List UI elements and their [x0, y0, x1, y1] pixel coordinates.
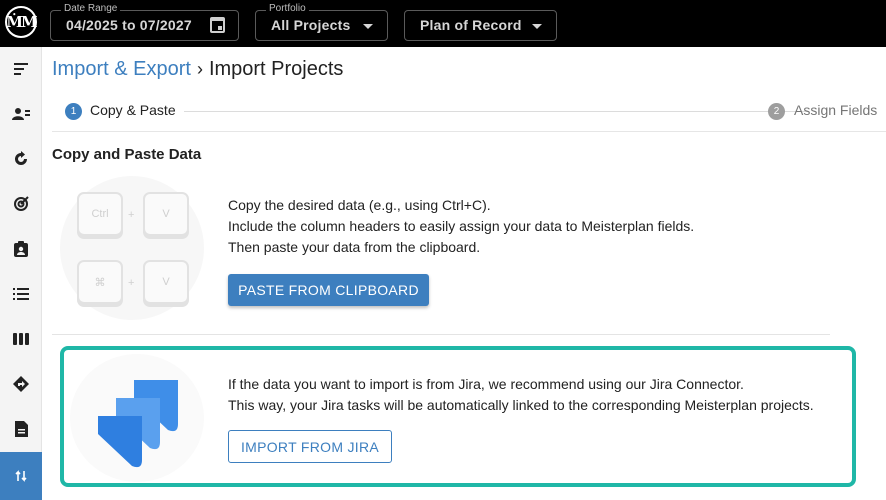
sidebar-item-import-export[interactable]: [0, 452, 42, 500]
sidebar-item-roadmap[interactable]: [0, 362, 42, 406]
jira-line: This way, your Jira tasks will be automa…: [228, 397, 814, 413]
section-title: Copy and Paste Data: [52, 146, 202, 163]
sidebar-item-resources[interactable]: [0, 92, 42, 136]
diamond-arrow-icon: [13, 376, 29, 392]
jira-line: If the data you want to import is from J…: [228, 376, 744, 392]
step-2-number: 2: [768, 103, 785, 120]
date-range-legend: Date Range: [61, 3, 121, 15]
date-range-value: 04/2025 to 07/2027: [66, 17, 192, 33]
sidebar-item-list[interactable]: [0, 272, 42, 316]
portfolio-value: All Projects: [271, 17, 351, 33]
step-connector: [184, 111, 809, 112]
jira-connector-panel: If the data you want to import is from J…: [60, 346, 856, 487]
ctrl-key: Ctrl: [77, 192, 123, 236]
people-icon: [12, 108, 30, 120]
top-bar: ṀM Date Range 04/2025 to 07/2027 Portfol…: [0, 0, 886, 47]
step-2-label: Assign Fields: [794, 102, 878, 118]
calendar-icon[interactable]: [210, 17, 225, 33]
list-icon: [13, 288, 29, 300]
sidebar-item-goals[interactable]: [0, 182, 42, 226]
target-icon: [14, 196, 29, 211]
v-key: V: [143, 260, 189, 304]
copy-instructions: Copy the desired data (e.g., using Ctrl+…: [228, 195, 694, 258]
refresh-icon: [15, 151, 27, 165]
sidebar-item-portfolio[interactable]: [0, 227, 42, 271]
document-icon: [14, 421, 28, 437]
jira-logo-background: [70, 354, 204, 482]
plus-sign: +: [128, 209, 135, 221]
sidebar-item-menu[interactable]: [0, 47, 42, 91]
import-export-icon: [15, 470, 27, 482]
breadcrumb-import-export-link[interactable]: Import & Export: [52, 58, 191, 80]
jira-logo-icon: [98, 380, 178, 468]
sidebar-item-cycle[interactable]: [0, 137, 42, 181]
portfolio-legend: Portfolio: [266, 3, 309, 15]
scenario-value: Plan of Record: [420, 17, 522, 33]
stepper: 1 Copy & Paste 2 Assign Fields: [52, 95, 886, 132]
instruction-line: Copy the desired data (e.g., using Ctrl+…: [228, 197, 491, 213]
breadcrumb: Import & Export › Import Projects: [52, 58, 343, 81]
jira-instructions: If the data you want to import is from J…: [228, 374, 814, 416]
cmd-key: ⌘: [77, 260, 123, 304]
sidebar: [0, 47, 42, 500]
logo-text: ṀM: [6, 8, 38, 36]
scenario-select[interactable]: Plan of Record: [404, 10, 557, 41]
v-key: V: [143, 192, 189, 236]
chevron-down-icon: [532, 24, 542, 29]
sidebar-item-board[interactable]: [0, 317, 42, 361]
paste-from-clipboard-button[interactable]: PASTE FROM CLIPBOARD: [228, 274, 429, 306]
breadcrumb-separator: ›: [196, 59, 203, 79]
keyboard-illustration: Ctrl + V ⌘ + V: [60, 176, 204, 320]
instruction-line: Include the column headers to easily ass…: [228, 218, 695, 234]
chevron-down-icon: [363, 24, 373, 29]
step-1-label: Copy & Paste: [90, 102, 176, 118]
meisterplan-logo[interactable]: ṀM: [5, 6, 38, 38]
instruction-line: Then paste your data from the clipboard.: [228, 239, 481, 255]
columns-icon: [13, 333, 29, 345]
import-from-jira-button[interactable]: IMPORT FROM JIRA: [228, 430, 392, 463]
plus-sign: +: [128, 277, 135, 289]
step-1-number: 1: [65, 103, 82, 120]
divider: [52, 334, 830, 335]
menu-icon: [14, 63, 28, 75]
portfolio-select[interactable]: Portfolio All Projects: [255, 3, 388, 41]
page-title: Import Projects: [208, 58, 344, 80]
badge-icon: [14, 241, 28, 257]
date-range-field[interactable]: Date Range 04/2025 to 07/2027: [50, 3, 239, 41]
sidebar-item-reports[interactable]: [0, 407, 42, 451]
